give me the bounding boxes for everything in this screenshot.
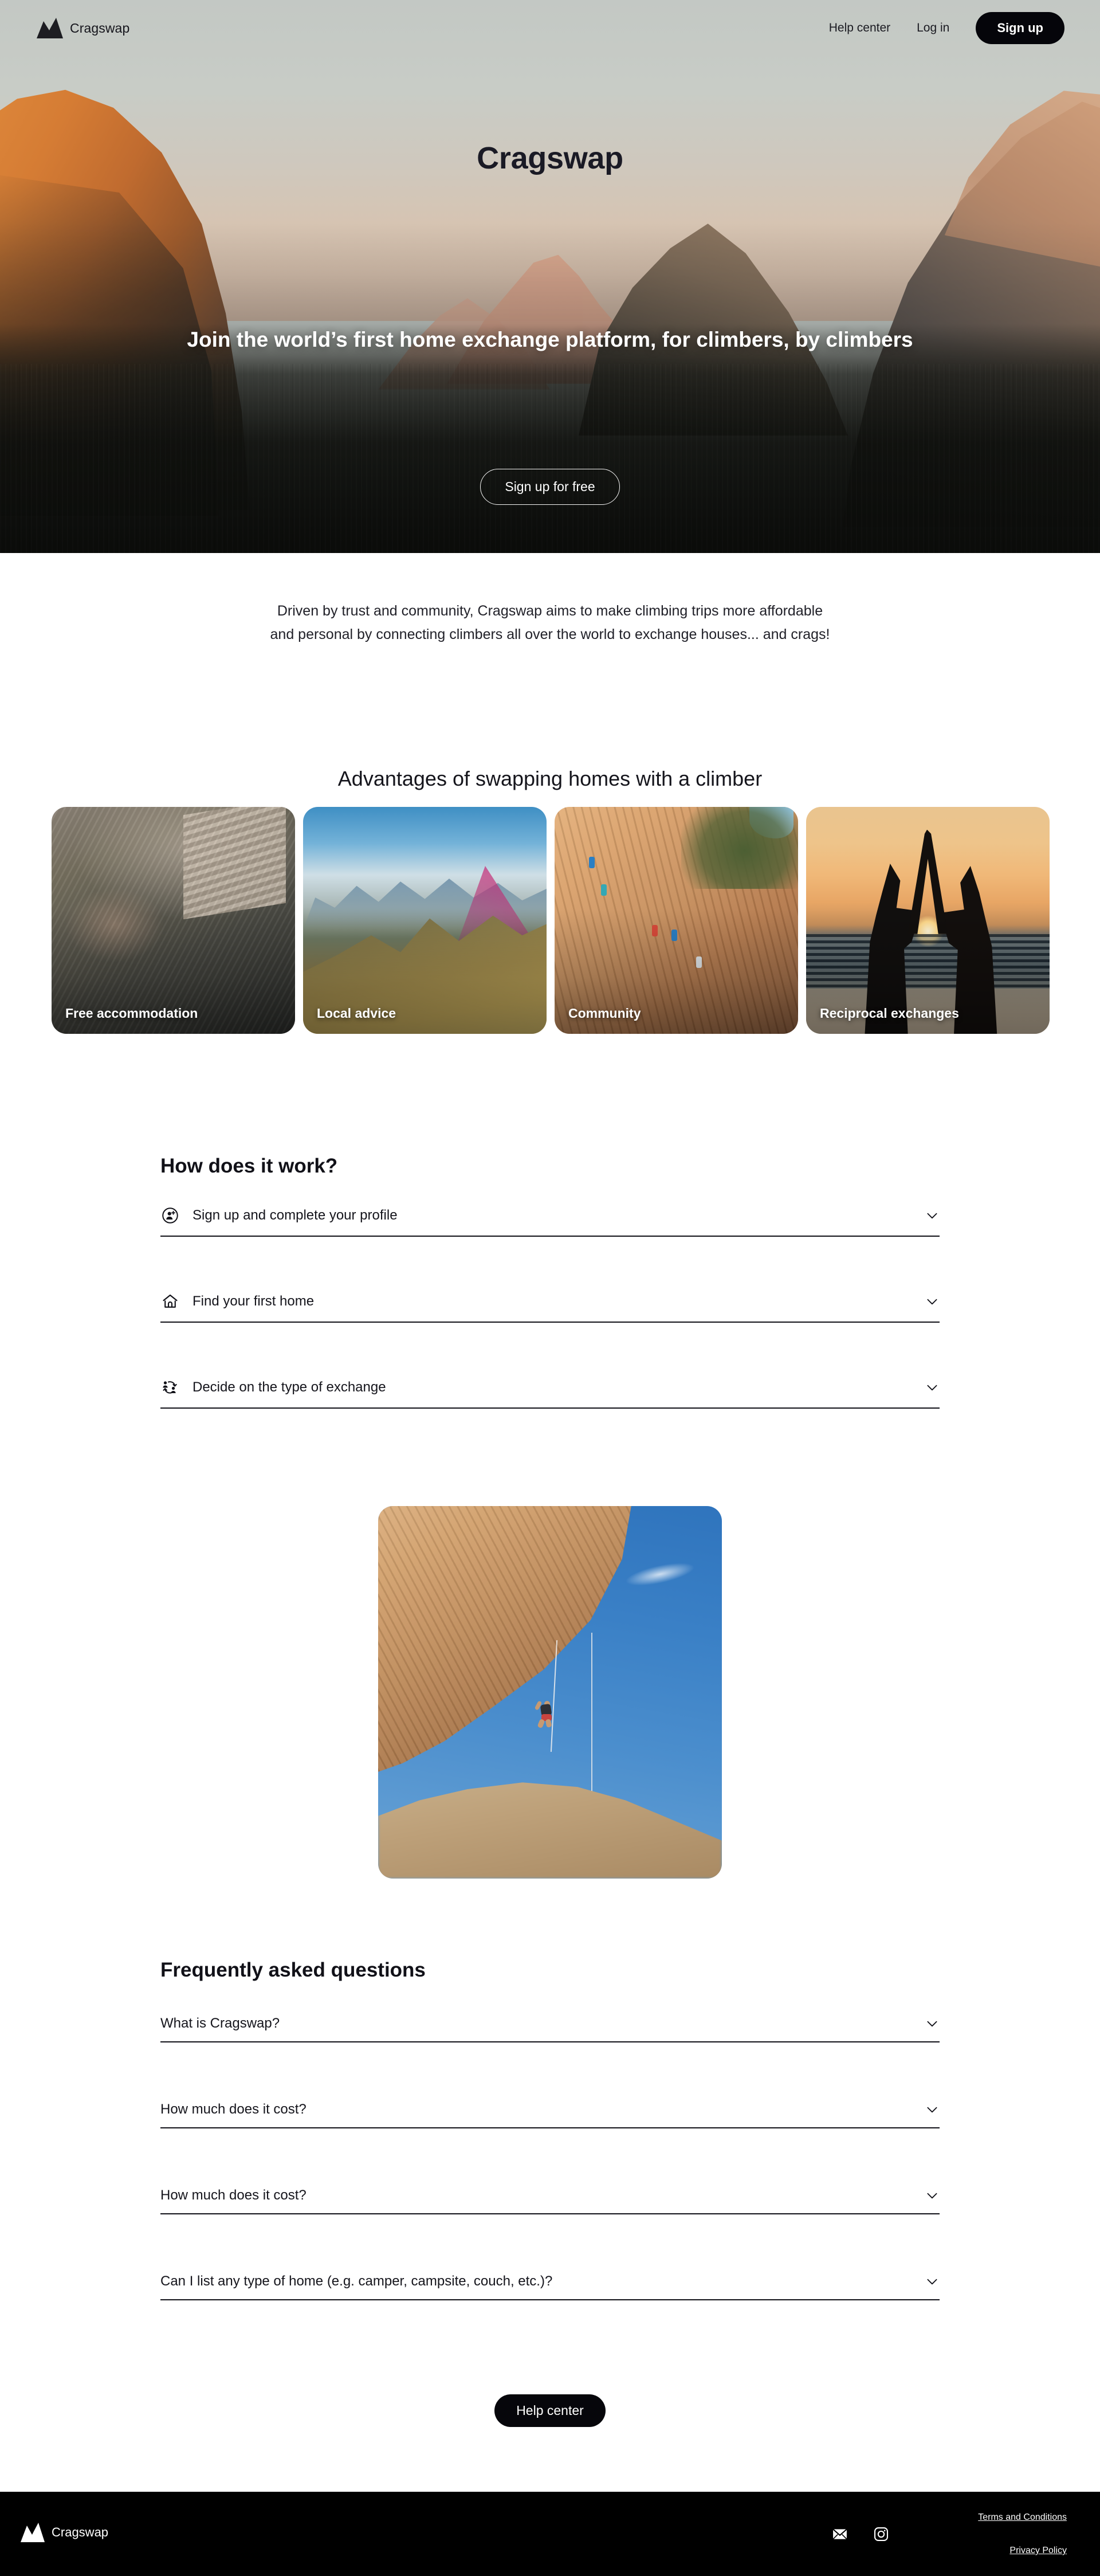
crag-climber-detail — [600, 884, 607, 896]
advantage-card[interactable]: Community — [555, 807, 798, 1034]
advantage-card-label: Free accommodation — [65, 1006, 198, 1021]
advantage-card[interactable]: Local advice — [303, 807, 547, 1034]
footer-link-privacy[interactable]: Privacy Policy — [978, 2546, 1067, 2556]
chevron-down-icon[interactable] — [925, 1294, 940, 1309]
faq-title: Frequently asked questions — [160, 1959, 426, 1981]
brand-name: Cragswap — [70, 20, 130, 36]
window-blinds-detail — [183, 807, 285, 920]
how-it-works-item-label: Sign up and complete your profile — [192, 1207, 398, 1223]
person-add-circle-icon — [160, 1206, 180, 1225]
how-it-works-accordion: Sign up and complete your profile Find y… — [160, 1203, 940, 1461]
site-header: Cragswap Help center Log in Sign up — [0, 0, 1100, 56]
intro-paragraph: Driven by trust and community, Cragswap … — [270, 603, 830, 642]
footer-link-terms[interactable]: Terms and Conditions — [978, 2512, 1067, 2523]
vegetation-detail — [681, 807, 798, 889]
hero-section: Cragswap Join the world’s first home exc… — [0, 0, 1100, 553]
people-exchange-icon — [160, 1378, 180, 1397]
email-icon[interactable] — [832, 2526, 848, 2542]
landing-page: Cragswap Join the world’s first home exc… — [0, 0, 1100, 2576]
how-it-works-title: How does it work? — [160, 1155, 338, 1177]
site-footer: Cragswap Terms and Conditions Privacy Po… — [0, 2492, 1100, 2576]
mountain-logo-icon — [21, 2523, 45, 2542]
chevron-down-icon[interactable] — [925, 2102, 940, 2117]
header-nav: Help center Log in Sign up — [829, 12, 1064, 44]
brand-logo[interactable]: Cragswap — [36, 17, 129, 40]
feature-climber-photo — [378, 1506, 722, 1879]
advantage-card[interactable]: Reciprocal exchanges — [806, 807, 1050, 1034]
intro-section: Driven by trust and community, Cragswap … — [0, 599, 1100, 646]
mountain-logo-icon — [37, 18, 63, 38]
footer-legal-links: Terms and Conditions Privacy Policy — [978, 2512, 1067, 2556]
advantages-title: Advantages of swapping homes with a clim… — [337, 767, 763, 790]
how-it-works-item[interactable]: Find your first home — [160, 1289, 940, 1375]
instagram-icon[interactable] — [873, 2526, 889, 2542]
chevron-down-icon[interactable] — [925, 2016, 940, 2031]
faq-accordion: What is Cragswap? How much does it cost?… — [160, 2013, 940, 2357]
footer-social-links — [832, 2526, 889, 2542]
chevron-down-icon[interactable] — [925, 2188, 940, 2203]
chevron-down-icon[interactable] — [925, 2274, 940, 2289]
faq-item[interactable]: Can I list any type of home (e.g. camper… — [160, 2271, 940, 2357]
faq-question: How much does it cost? — [160, 2187, 307, 2203]
hero-subtitle: Join the world’s first home exchange pla… — [187, 328, 913, 351]
photo-climber-figure — [534, 1700, 556, 1730]
climber-leg — [537, 1718, 545, 1729]
advantage-card[interactable]: Free accommodation — [52, 807, 295, 1034]
nav-log-in[interactable]: Log in — [917, 21, 949, 35]
footer-brand-logo[interactable]: Cragswap — [19, 2522, 108, 2543]
chevron-down-icon[interactable] — [925, 1380, 940, 1395]
chevron-down-icon[interactable] — [925, 1208, 940, 1223]
faq-question: How much does it cost? — [160, 2101, 307, 2117]
hero-cta-container: Sign up for free — [0, 469, 1100, 505]
how-it-works-item[interactable]: Decide on the type of exchange — [160, 1375, 940, 1461]
help-center-button[interactable]: Help center — [494, 2394, 606, 2427]
footer-brand-name: Cragswap — [52, 2525, 109, 2539]
advantages-card-list: Free accommodation Local advice Communit… — [52, 807, 1050, 1034]
how-it-works-item-label: Decide on the type of exchange — [192, 1379, 386, 1395]
advantage-card-label: Community — [568, 1006, 641, 1021]
faq-item[interactable]: What is Cragswap? — [160, 2013, 940, 2099]
advantage-card-label: Local advice — [317, 1006, 396, 1021]
faq-item[interactable]: How much does it cost? — [160, 2099, 940, 2185]
how-it-works-item-label: Find your first home — [192, 1293, 315, 1309]
faq-question: What is Cragswap? — [160, 2016, 280, 2031]
header-signup-button[interactable]: Sign up — [976, 12, 1064, 44]
crag-climber-detail — [588, 857, 595, 869]
how-it-works-item[interactable]: Sign up and complete your profile — [160, 1203, 940, 1289]
help-center-cta-container: Help center — [0, 2394, 1100, 2427]
faq-question: Can I list any type of home (e.g. camper… — [160, 2273, 553, 2289]
nav-help-center[interactable]: Help center — [829, 21, 890, 35]
hero-title: Cragswap — [477, 141, 623, 175]
hero-signup-button[interactable]: Sign up for free — [480, 469, 620, 505]
advantage-card-label: Reciprocal exchanges — [820, 1006, 959, 1021]
faq-item[interactable]: How much does it cost? — [160, 2185, 940, 2271]
house-icon — [160, 1292, 180, 1311]
